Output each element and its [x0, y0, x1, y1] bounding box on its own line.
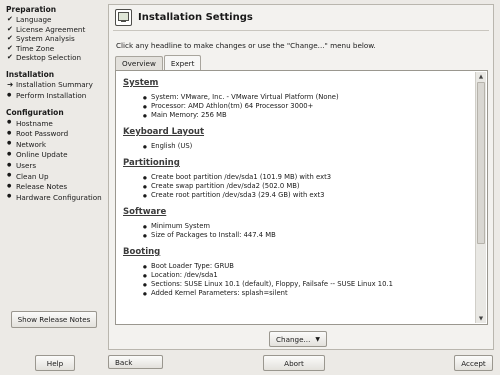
section-list-software: Minimum System Size of Packages to Insta… [143, 222, 475, 241]
section-headline-system[interactable]: System [123, 77, 475, 89]
list-item: Minimum System [143, 222, 475, 232]
section-list-system: System: VMware, Inc. - VMware Virtual Pl… [143, 93, 475, 121]
sidebar-section-installation: Installation Installation Summary Perfor… [6, 70, 106, 101]
bullet-icon [7, 150, 16, 161]
list-item: Create swap partition /dev/sda2 (502.0 M… [143, 182, 475, 192]
settings-summary-panel: System System: VMware, Inc. - VMware Vir… [115, 70, 488, 325]
section-headline-booting[interactable]: Booting [123, 246, 475, 258]
check-icon [7, 15, 16, 25]
section-list-keyboard-layout: English (US) [143, 142, 475, 152]
section-list-partitioning: Create boot partition /dev/sda1 (101.9 M… [143, 173, 475, 201]
list-item: Create boot partition /dev/sda1 (101.9 M… [143, 173, 475, 183]
section-headline-partitioning[interactable]: Partitioning [123, 157, 475, 169]
sidebar-item-network: Network [6, 139, 106, 150]
bullet-icon [7, 171, 16, 182]
main-panel: Installation Settings Click any headline… [108, 4, 494, 350]
show-release-notes-button[interactable]: Show Release Notes [11, 311, 97, 328]
vertical-scrollbar[interactable]: ▲ ▼ [475, 72, 486, 323]
settings-summary-content: System System: VMware, Inc. - VMware Vir… [116, 71, 475, 324]
instructions-text: Click any headline to make changes or us… [116, 41, 376, 50]
arrow-right-icon [7, 80, 16, 91]
sidebar-item-hostname: Hostname [6, 118, 106, 129]
bullet-icon [7, 192, 16, 203]
bullet-icon [7, 139, 16, 150]
sidebar-item-system-analysis: System Analysis [6, 34, 106, 44]
check-icon [7, 53, 16, 63]
section-headline-keyboard-layout[interactable]: Keyboard Layout [123, 126, 475, 138]
back-button[interactable]: Back [108, 355, 163, 369]
sidebar-item-online-update: Online Update [6, 150, 106, 161]
bullet-icon [7, 161, 16, 172]
sidebar-section-preparation: Preparation Language License Agreement S… [6, 5, 106, 63]
tab-overview[interactable]: Overview [115, 56, 163, 70]
list-item: Main Memory: 256 MB [143, 111, 475, 121]
sidebar-section-title: Configuration [6, 108, 64, 118]
title-divider [113, 30, 489, 31]
tab-expert[interactable]: Expert [163, 55, 202, 70]
sidebar-item-perform-installation: Perform Installation [6, 91, 106, 102]
sidebar-item-release-notes: Release Notes [6, 182, 106, 193]
list-item: Location: /dev/sda1 [143, 271, 475, 281]
check-icon [7, 44, 16, 54]
bullet-icon [7, 118, 16, 129]
sidebar-item-clean-up: Clean Up [6, 171, 106, 182]
check-icon [7, 25, 16, 35]
list-item: English (US) [143, 142, 475, 152]
section-list-booting: Boot Loader Type: GRUB Location: /dev/sd… [143, 262, 475, 299]
chevron-down-icon: ▼ [315, 335, 320, 343]
title-row: Installation Settings [115, 9, 253, 26]
sidebar-item-users: Users [6, 161, 106, 172]
list-item: Boot Loader Type: GRUB [143, 262, 475, 272]
list-item: System: VMware, Inc. - VMware Virtual Pl… [143, 93, 475, 103]
help-button[interactable]: Help [35, 355, 75, 371]
list-item: Processor: AMD Athlon(tm) 64 Processor 3… [143, 102, 475, 112]
change-menu-button[interactable]: Change... ▼ [269, 331, 327, 347]
monitor-icon [115, 9, 132, 26]
section-headline-software[interactable]: Software [123, 206, 475, 218]
page-title: Installation Settings [138, 12, 253, 23]
sidebar-item-time-zone: Time Zone [6, 44, 106, 54]
sidebar-item-root-password: Root Password [6, 129, 106, 140]
sidebar: Preparation Language License Agreement S… [6, 5, 106, 210]
sidebar-item-desktop-selection: Desktop Selection [6, 53, 106, 63]
sidebar-item-hardware-configuration: Hardware Configuration [6, 192, 106, 203]
scroll-thumb[interactable] [477, 82, 485, 244]
bullet-icon [7, 129, 16, 140]
scroll-up-arrow-icon[interactable]: ▲ [476, 72, 486, 81]
accept-button[interactable]: Accept [454, 355, 493, 371]
bullet-icon [7, 91, 16, 102]
bullet-icon [7, 182, 16, 193]
list-item: Sections: SUSE Linux 10.1 (default), Flo… [143, 280, 475, 290]
sidebar-section-title: Preparation [6, 5, 57, 14]
sidebar-item-installation-summary: Installation Summary [6, 80, 106, 91]
list-item: Size of Packages to Install: 447.4 MB [143, 231, 475, 241]
change-button-label: Change... [276, 334, 311, 344]
tab-bar: Overview Expert [115, 55, 202, 71]
sidebar-section-configuration: Configuration Hostname Root Password Net… [6, 108, 106, 203]
list-item: Added Kernel Parameters: splash=silent [143, 289, 475, 299]
sidebar-section-title: Installation [6, 69, 55, 79]
sidebar-item-license-agreement: License Agreement [6, 25, 106, 35]
scroll-down-arrow-icon[interactable]: ▼ [476, 314, 486, 323]
abort-button[interactable]: Abort [263, 355, 325, 371]
check-icon [7, 34, 16, 44]
sidebar-item-language: Language [6, 15, 106, 25]
list-item: Create root partition /dev/sda3 (29.4 GB… [143, 191, 475, 201]
